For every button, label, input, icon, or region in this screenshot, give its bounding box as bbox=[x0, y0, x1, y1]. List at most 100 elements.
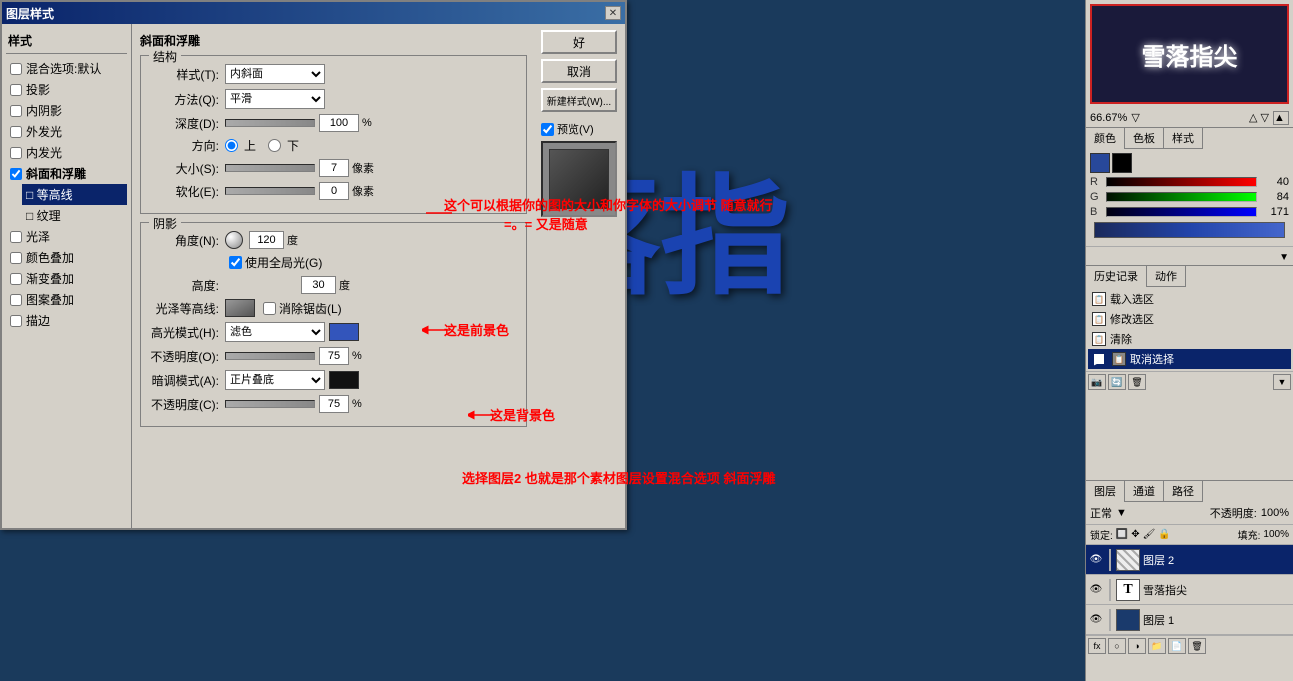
layers-btn-row: fx ○ ◑ 📁 📄 🗑 bbox=[1086, 635, 1293, 656]
history-item-clear[interactable]: 📋 清除 bbox=[1088, 329, 1291, 349]
sidebar-item-bevel[interactable]: 斜面和浮雕 bbox=[6, 163, 127, 184]
gradientoverlay-checkbox[interactable] bbox=[10, 273, 22, 285]
history-item-loadsel[interactable]: 📋 载入选区 bbox=[1088, 289, 1291, 309]
stroke-checkbox[interactable] bbox=[10, 315, 22, 327]
angle-input[interactable] bbox=[249, 231, 284, 249]
ok-button[interactable]: 好 bbox=[541, 30, 617, 54]
lock-icon-1: 🔲 bbox=[1116, 529, 1128, 540]
close-button[interactable]: ✕ bbox=[605, 6, 621, 20]
patternoverlay-checkbox[interactable] bbox=[10, 294, 22, 306]
direction-down-radio[interactable] bbox=[268, 139, 281, 152]
sidebar-item-coloroverlay[interactable]: 颜色叠加 bbox=[6, 247, 127, 268]
shadow-opacity-slider[interactable] bbox=[225, 400, 315, 408]
layers-btn-fx[interactable]: fx bbox=[1088, 638, 1106, 654]
sidebar-item-innershadow[interactable]: 内阴影 bbox=[6, 100, 127, 121]
innershadow-checkbox[interactable] bbox=[10, 105, 22, 117]
outerglow-checkbox[interactable] bbox=[10, 126, 22, 138]
layer-item-text[interactable]: 👁 T 雪落指尖 bbox=[1086, 575, 1293, 605]
sidebar-item-texture[interactable]: □ 纹理 bbox=[22, 205, 127, 226]
new-style-button[interactable]: 新建样式(W)... bbox=[541, 88, 617, 112]
antialias-checkbox[interactable] bbox=[263, 302, 276, 315]
layer-eye-2[interactable]: 👁 bbox=[1088, 552, 1104, 568]
angle-row: 角度(N): 度 bbox=[149, 231, 518, 249]
size-slider[interactable] bbox=[225, 164, 315, 172]
history-btn-3[interactable]: 🗑 bbox=[1128, 374, 1146, 390]
tab-history[interactable]: 历史记录 bbox=[1086, 266, 1147, 287]
altitude-input[interactable] bbox=[301, 276, 336, 294]
sidebar-item-outerglow[interactable]: 外发光 bbox=[6, 121, 127, 142]
cancel-button[interactable]: 取消 bbox=[541, 59, 617, 83]
shadow-mode-select[interactable]: 正片叠底 bbox=[225, 370, 325, 390]
shadow-color-swatch[interactable] bbox=[329, 371, 359, 389]
tab-swatches[interactable]: 色板 bbox=[1125, 128, 1164, 149]
angle-unit: 度 bbox=[287, 232, 298, 248]
coloroverlay-checkbox[interactable] bbox=[10, 252, 22, 264]
sidebar-item-patternoverlay[interactable]: 图案叠加 bbox=[6, 289, 127, 310]
depth-input[interactable] bbox=[319, 114, 359, 132]
size-input[interactable] bbox=[319, 159, 349, 177]
sidebar-item-stroke[interactable]: 描边 bbox=[6, 310, 127, 331]
highlight-opacity-slider[interactable] bbox=[225, 352, 315, 360]
background-swatch[interactable] bbox=[1112, 153, 1132, 173]
highlight-mode-row: 高光模式(H): 滤色 bbox=[149, 322, 518, 342]
innerglow-checkbox[interactable] bbox=[10, 147, 22, 159]
layers-tabs: 图层 通道 路径 bbox=[1086, 481, 1293, 502]
layers-btn-mask[interactable]: ○ bbox=[1108, 638, 1126, 654]
sidebar-item-satin[interactable]: 光泽 bbox=[6, 226, 127, 247]
satin-checkbox[interactable] bbox=[10, 231, 22, 243]
layer-eye-text[interactable]: 👁 bbox=[1088, 582, 1104, 598]
history-item-desel[interactable]: ▶ 📋 取消选择 bbox=[1088, 349, 1291, 369]
history-btn-1[interactable]: 📷 bbox=[1088, 374, 1106, 390]
bevel-checkbox[interactable] bbox=[10, 168, 22, 180]
color-panel-collapse[interactable]: ▼ bbox=[1086, 246, 1293, 265]
history-item-modsel[interactable]: 📋 修改选区 bbox=[1088, 309, 1291, 329]
opacity-label: 不透明度: bbox=[1210, 505, 1257, 521]
r-slider-track[interactable] bbox=[1106, 177, 1257, 187]
angle-dial[interactable] bbox=[225, 231, 243, 249]
layer-item-2[interactable]: 👁 图层 2 bbox=[1086, 545, 1293, 575]
depth-slider[interactable] bbox=[225, 119, 315, 127]
layer-item-1[interactable]: 👁 图层 1 bbox=[1086, 605, 1293, 635]
blending-checkbox[interactable] bbox=[10, 63, 22, 75]
tab-channels[interactable]: 通道 bbox=[1125, 481, 1164, 502]
method-select[interactable]: 平滑 bbox=[225, 89, 325, 109]
tab-color[interactable]: 颜色 bbox=[1086, 128, 1125, 149]
history-menu-btn[interactable]: ▼ bbox=[1273, 374, 1291, 390]
highlight-color-swatch[interactable] bbox=[329, 323, 359, 341]
highlight-opacity-input[interactable] bbox=[319, 347, 349, 365]
sidebar-title: 样式 bbox=[6, 28, 127, 54]
tab-layers[interactable]: 图层 bbox=[1086, 481, 1125, 502]
tab-actions[interactable]: 动作 bbox=[1147, 266, 1186, 287]
shadow-opacity-input[interactable] bbox=[319, 395, 349, 413]
zoom-scroll[interactable]: ▲ bbox=[1273, 111, 1289, 125]
layers-btn-delete[interactable]: 🗑 bbox=[1188, 638, 1206, 654]
layers-btn-new[interactable]: 📄 bbox=[1168, 638, 1186, 654]
sidebar-item-gradientoverlay[interactable]: 渐变叠加 bbox=[6, 268, 127, 289]
sidebar-item-contour[interactable]: □ 等高线 bbox=[22, 184, 127, 205]
preview-checkbox[interactable] bbox=[541, 123, 554, 136]
soften-input[interactable] bbox=[319, 182, 349, 200]
layer-eye-1[interactable]: 👁 bbox=[1088, 612, 1104, 628]
history-collapse-btn[interactable]: ▼ bbox=[1273, 374, 1291, 390]
sidebar-item-innerglow[interactable]: 内发光 bbox=[6, 142, 127, 163]
dropshadow-checkbox[interactable] bbox=[10, 84, 22, 96]
collapse-icon: ▼ bbox=[1279, 252, 1289, 263]
tab-styles[interactable]: 样式 bbox=[1164, 128, 1203, 149]
sidebar-item-dropshadow[interactable]: 投影 bbox=[6, 79, 127, 100]
highlight-mode-select[interactable]: 滤色 bbox=[225, 322, 325, 342]
sidebar-item-blending[interactable]: 混合选项:默认 bbox=[6, 58, 127, 79]
globallight-checkbox[interactable] bbox=[229, 256, 242, 269]
g-slider-track[interactable] bbox=[1106, 192, 1257, 202]
gloss-contour-preview[interactable] bbox=[225, 299, 255, 317]
soften-slider[interactable] bbox=[225, 187, 315, 195]
layers-btn-group[interactable]: 📁 bbox=[1148, 638, 1166, 654]
layer-name-1: 图层 1 bbox=[1143, 612, 1291, 628]
style-select[interactable]: 内斜面 bbox=[225, 64, 325, 84]
b-slider-track[interactable] bbox=[1106, 207, 1257, 217]
layer-name-text: 雪落指尖 bbox=[1143, 582, 1291, 598]
tab-paths[interactable]: 路径 bbox=[1164, 481, 1203, 502]
foreground-swatch[interactable] bbox=[1090, 153, 1110, 173]
layers-btn-adj[interactable]: ◑ bbox=[1128, 638, 1146, 654]
history-btn-2[interactable]: 🔄 bbox=[1108, 374, 1126, 390]
direction-up-radio[interactable] bbox=[225, 139, 238, 152]
